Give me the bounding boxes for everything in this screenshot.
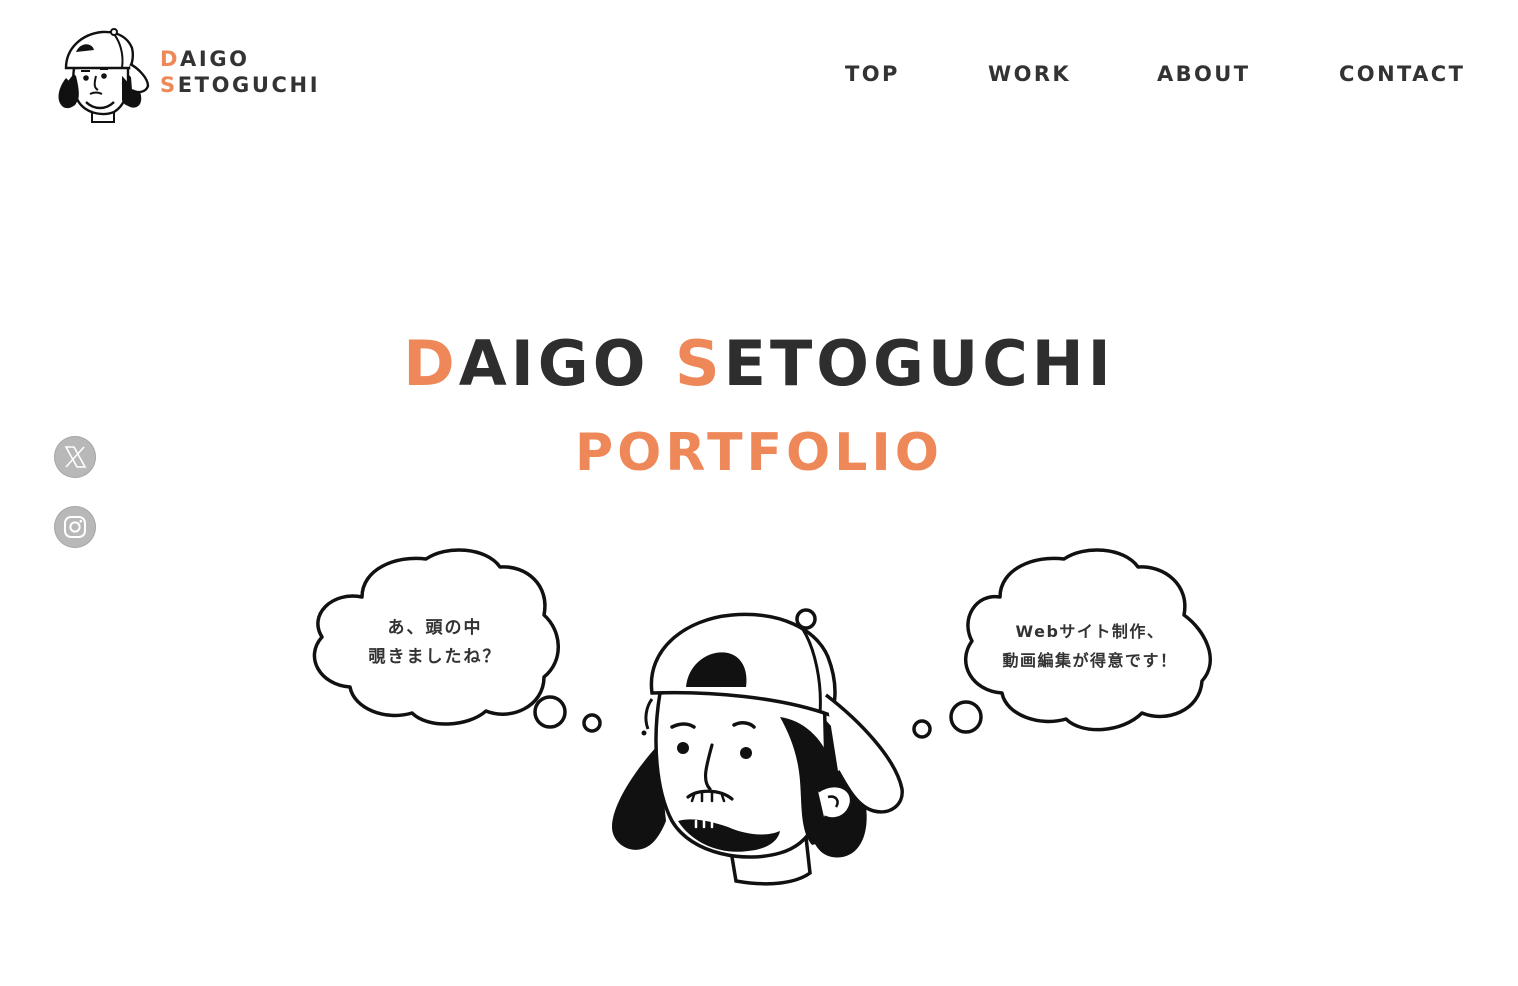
logo-initial-s: S <box>160 73 178 97</box>
hero-illustration <box>312 548 1212 886</box>
nav-top[interactable]: TOP <box>845 60 900 88</box>
logo-line-2: SETOGUCHI <box>160 72 320 98</box>
site-logo[interactable]: DAIGO SETOGUCHI <box>52 28 322 124</box>
bubble-left-text: あ、頭の中 覗きましたね？ <box>350 614 520 672</box>
hero-last-name: ETOGUCHI <box>723 327 1115 400</box>
bubble-right-text: Webサイト制作、 動画編集が得意です！ <box>990 617 1190 675</box>
hero-initial-d: D <box>403 327 459 400</box>
hero-title: DAIGO SETOGUCHI <box>0 326 1518 402</box>
logo-line-1: DAIGO <box>160 46 320 72</box>
logo-initial-d: D <box>160 47 181 71</box>
bubble-left-line-2: 覗きましたね？ <box>368 647 502 667</box>
character-illustration <box>612 608 904 886</box>
avatar-logo-icon <box>58 28 150 123</box>
hero-first-name: AIGO <box>458 327 650 400</box>
main-nav: TOP WORK ABOUT CONTACT <box>845 60 1465 90</box>
nav-about[interactable]: ABOUT <box>1157 60 1251 88</box>
nav-work[interactable]: WORK <box>988 60 1071 88</box>
bubble-left-line-1: あ、頭の中 <box>387 618 483 638</box>
instagram-social-link[interactable] <box>54 506 96 548</box>
logo-last-name: ETOGUCHI <box>177 73 321 97</box>
bubble-right-line-1: Webサイト制作、 <box>1015 622 1165 641</box>
instagram-icon <box>64 516 86 538</box>
hero-initial-s: S <box>675 327 724 400</box>
hero-subtitle: PORTFOLIO <box>575 423 943 483</box>
logo-wordmark: DAIGO SETOGUCHI <box>160 46 320 98</box>
bubble-right-line-2: 動画編集が得意です！ <box>1002 651 1178 670</box>
logo-first-name: AIGO <box>180 47 250 71</box>
nav-contact[interactable]: CONTACT <box>1339 60 1465 88</box>
